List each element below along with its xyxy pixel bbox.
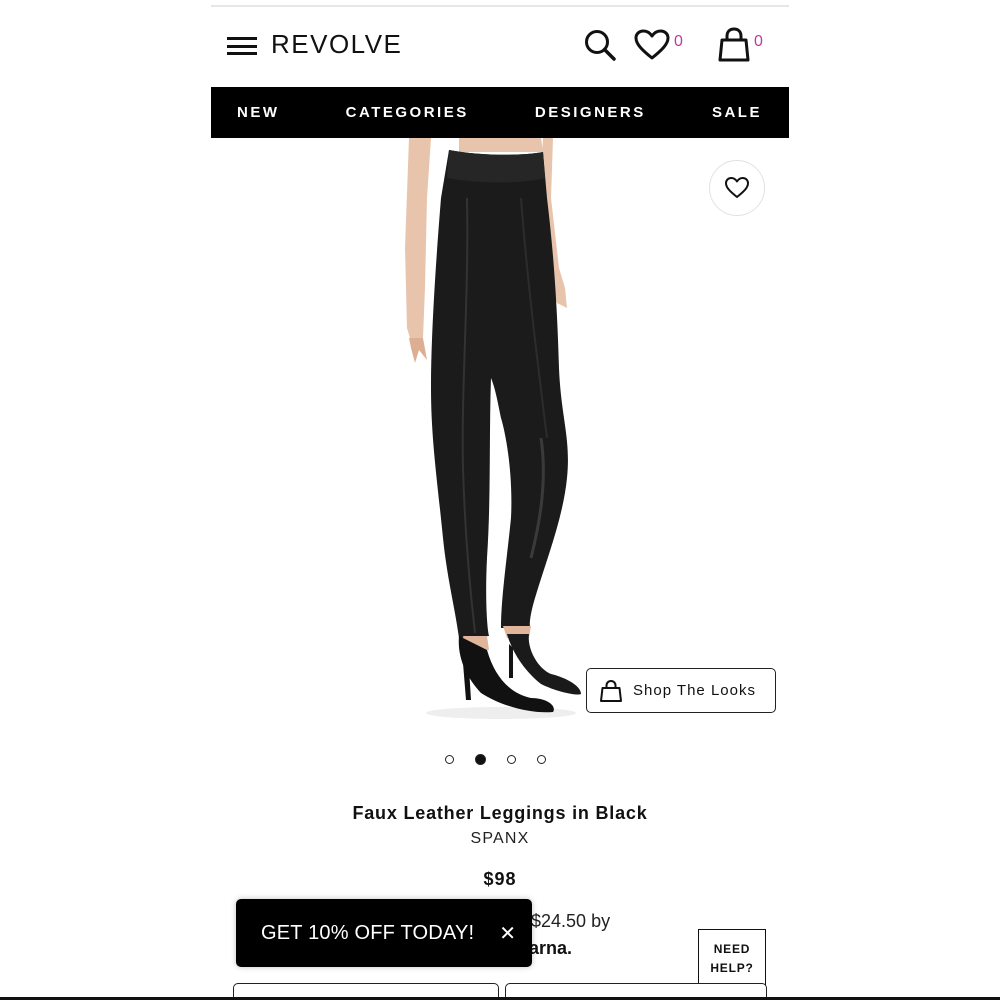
shop-the-looks-button[interactable]: Shop The Looks bbox=[586, 668, 776, 713]
wishlist-heart-icon[interactable] bbox=[634, 29, 670, 61]
need-help-line2: HELP? bbox=[710, 961, 754, 975]
product-title: Faux Leather Leggings in Black bbox=[352, 803, 648, 823]
carousel-dot-active[interactable] bbox=[475, 754, 486, 765]
nav-item-sale[interactable]: SALE bbox=[712, 104, 762, 121]
site-header: REVOLVE 0 0 bbox=[211, 7, 789, 87]
carousel-dot[interactable] bbox=[537, 755, 546, 764]
promo-text: GET 10% OFF TODAY! bbox=[261, 921, 475, 944]
need-help-line1: NEED bbox=[713, 942, 751, 956]
product-price: $98 bbox=[483, 869, 517, 889]
carousel-dot[interactable] bbox=[507, 755, 516, 764]
product-image[interactable] bbox=[371, 138, 631, 728]
add-to-favorites-button[interactable] bbox=[709, 160, 765, 216]
main-nav: NEW CATEGORIES DESIGNERS SALE bbox=[211, 87, 789, 138]
carousel-indicator bbox=[445, 754, 546, 765]
heart-icon bbox=[725, 177, 749, 198]
product-page: REVOLVE 0 0 NEW CATEGORIES DESIGNERS SAL… bbox=[211, 0, 789, 1000]
close-icon[interactable]: ✕ bbox=[499, 921, 516, 946]
nav-item-categories[interactable]: CATEGORIES bbox=[346, 104, 469, 121]
shop-the-looks-label: Shop The Looks bbox=[633, 682, 756, 699]
nav-item-new[interactable]: NEW bbox=[237, 104, 280, 121]
search-icon[interactable] bbox=[583, 28, 617, 62]
shopping-bag-icon bbox=[600, 679, 622, 702]
wishlist-count-badge: 0 bbox=[674, 33, 683, 50]
promo-banner[interactable]: GET 10% OFF TODAY! ✕ bbox=[236, 899, 532, 967]
nav-item-designers[interactable]: DESIGNERS bbox=[535, 104, 646, 121]
product-brand[interactable]: SPANX bbox=[211, 830, 789, 848]
hamburger-menu-icon[interactable] bbox=[227, 37, 257, 55]
revolve-logo[interactable]: REVOLVE bbox=[271, 29, 402, 60]
cart-count-badge: 0 bbox=[754, 33, 763, 50]
carousel-dot[interactable] bbox=[445, 755, 454, 764]
shopping-bag-icon[interactable] bbox=[717, 27, 751, 63]
need-help-button[interactable]: NEED HELP? bbox=[698, 929, 766, 1000]
